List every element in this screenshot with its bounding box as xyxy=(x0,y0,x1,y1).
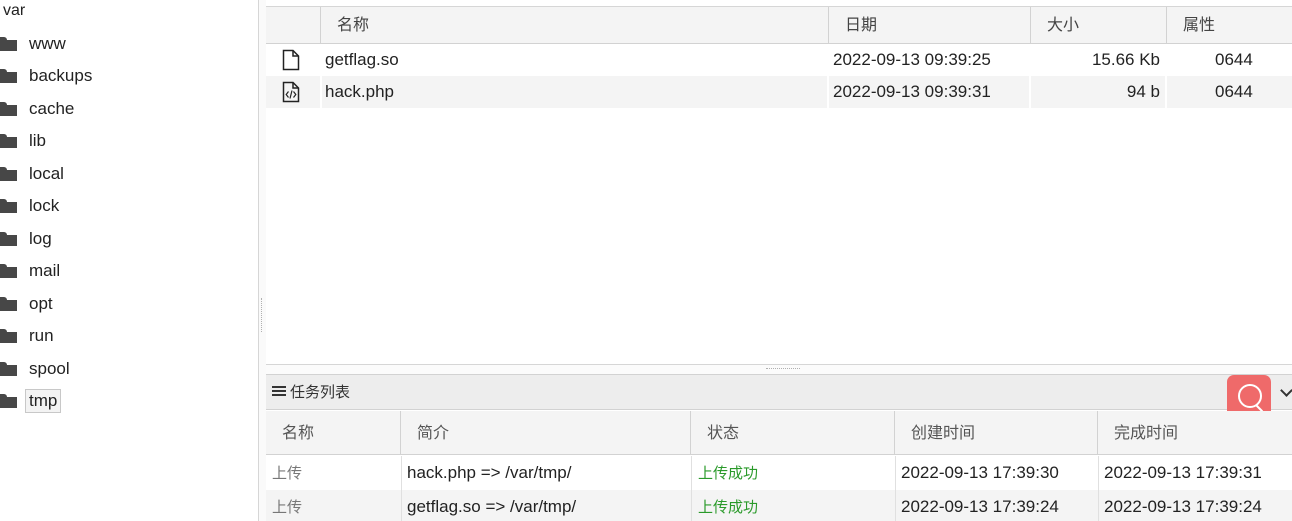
tree-item-run[interactable]: run xyxy=(0,324,58,348)
tree-item-opt[interactable]: opt xyxy=(0,292,57,316)
cell-separator xyxy=(1098,456,1099,490)
column-header-created[interactable]: 创建时间 xyxy=(895,411,1098,454)
task-status: 上传成功 xyxy=(698,498,759,516)
file-list: 名称 日期 大小 属性 getflag.so 2022-09-13 09:39:… xyxy=(266,6,1292,364)
directory-tree: var www backups cache lib local lock log… xyxy=(0,0,258,521)
task-created: 2022-09-13 17:39:24 xyxy=(901,497,1059,516)
php-file-icon xyxy=(282,81,300,103)
column-header-finished[interactable]: 完成时间 xyxy=(1098,411,1292,454)
folder-icon xyxy=(0,329,17,343)
task-panel-title: 任务列表 xyxy=(290,383,351,401)
cell-separator xyxy=(320,76,322,108)
column-header-name[interactable]: 名称 xyxy=(320,7,828,43)
tree-item-spool[interactable]: spool xyxy=(0,357,74,381)
cell-separator xyxy=(895,490,896,521)
tree-item-label: mail xyxy=(29,261,61,280)
tree-item-log[interactable]: log xyxy=(0,227,56,251)
column-header-task-name[interactable]: 名称 xyxy=(266,411,401,454)
tree-item-lib[interactable]: lib xyxy=(0,129,50,153)
task-name: 上传 xyxy=(272,464,303,482)
column-header-size[interactable]: 大小 xyxy=(1030,7,1166,43)
tree-item-label: tmp xyxy=(25,389,62,413)
folder-icon xyxy=(0,69,17,83)
tree-item-label: lock xyxy=(29,196,60,215)
column-header-attr[interactable]: 属性 xyxy=(1166,7,1292,43)
task-created: 2022-09-13 17:39:30 xyxy=(901,463,1059,482)
cell-separator xyxy=(1098,490,1099,521)
file-name: getflag.so xyxy=(325,50,399,69)
tree-item-www[interactable]: www xyxy=(0,32,70,56)
tree-item-cache[interactable]: cache xyxy=(0,97,78,121)
cell-separator xyxy=(691,490,692,521)
task-finished: 2022-09-13 17:39:31 xyxy=(1104,463,1262,482)
folder-icon xyxy=(0,199,17,213)
column-header-desc[interactable]: 简介 xyxy=(401,411,691,454)
folder-icon xyxy=(0,102,17,116)
chevron-down-icon[interactable] xyxy=(1280,384,1292,397)
folder-icon xyxy=(0,134,17,148)
tree-item-lock[interactable]: lock xyxy=(0,194,63,218)
cell-separator xyxy=(827,76,829,108)
cell-separator xyxy=(401,456,402,490)
tree-item-mail[interactable]: mail xyxy=(0,259,64,283)
horizontal-splitter[interactable] xyxy=(266,364,1292,374)
file-date: 2022-09-13 09:39:31 xyxy=(833,82,991,101)
cell-separator xyxy=(691,456,692,490)
list-icon xyxy=(272,386,286,398)
file-attr: 0644 xyxy=(1215,82,1253,101)
tree-item-label: lib xyxy=(29,131,47,150)
file-size: 15.66 Kb xyxy=(1091,50,1160,69)
file-name: hack.php xyxy=(325,82,394,101)
task-panel: 任务列表 名称 简介 状态 创建时间 完成时间 上传 hack.php => /… xyxy=(266,374,1292,521)
tree-item-label: local xyxy=(29,164,64,183)
tree-item-backups[interactable]: backups xyxy=(0,64,96,88)
file-list-header: 名称 日期 大小 属性 xyxy=(266,7,1292,44)
file-row[interactable]: getflag.so 2022-09-13 09:39:25 15.66 Kb … xyxy=(266,44,1292,76)
task-finished: 2022-09-13 17:39:24 xyxy=(1104,497,1262,516)
tree-item-label: spool xyxy=(29,359,70,378)
folder-icon xyxy=(0,362,17,376)
tree-item-tmp[interactable]: tmp xyxy=(0,389,62,413)
tree-item-label: www xyxy=(29,34,66,53)
folder-icon xyxy=(0,232,17,246)
task-table-header: 名称 简介 状态 创建时间 完成时间 xyxy=(266,411,1292,455)
file-icon xyxy=(282,49,300,71)
tree-root-label[interactable]: var xyxy=(3,2,25,20)
cell-separator xyxy=(895,456,896,490)
task-desc: getflag.so => /var/tmp/ xyxy=(407,497,577,516)
tree-item-label: opt xyxy=(29,294,53,313)
file-attr: 0644 xyxy=(1215,50,1253,69)
task-status: 上传成功 xyxy=(698,464,759,482)
tree-item-label: cache xyxy=(29,99,75,118)
splitter-grip xyxy=(766,368,800,369)
vertical-splitter[interactable] xyxy=(258,0,266,521)
folder-icon xyxy=(0,264,17,278)
folder-icon xyxy=(0,297,17,311)
folder-icon xyxy=(0,394,17,408)
splitter-grip xyxy=(261,298,263,332)
tree-item-label: backups xyxy=(29,66,93,85)
tree-item-label: run xyxy=(29,326,54,345)
tree-item-label: log xyxy=(29,229,52,248)
cell-separator xyxy=(401,490,402,521)
column-header-status[interactable]: 状态 xyxy=(691,411,895,454)
task-desc: hack.php => /var/tmp/ xyxy=(407,463,572,482)
file-size: 94 b xyxy=(1126,82,1160,101)
task-name: 上传 xyxy=(272,498,303,516)
task-panel-toolbar: 任务列表 xyxy=(266,375,1292,420)
task-row[interactable]: 上传 getflag.so => /var/tmp/ 上传成功 2022-09-… xyxy=(266,490,1292,521)
cell-separator xyxy=(1165,76,1167,108)
task-row[interactable]: 上传 hack.php => /var/tmp/ 上传成功 2022-09-13… xyxy=(266,456,1292,490)
folder-icon xyxy=(0,167,17,181)
column-header-date[interactable]: 日期 xyxy=(828,7,1030,43)
tree-item-local[interactable]: local xyxy=(0,162,68,186)
folder-icon xyxy=(0,37,17,51)
file-row[interactable]: hack.php 2022-09-13 09:39:31 94 b 0644 xyxy=(266,76,1292,108)
file-date: 2022-09-13 09:39:25 xyxy=(833,50,991,69)
